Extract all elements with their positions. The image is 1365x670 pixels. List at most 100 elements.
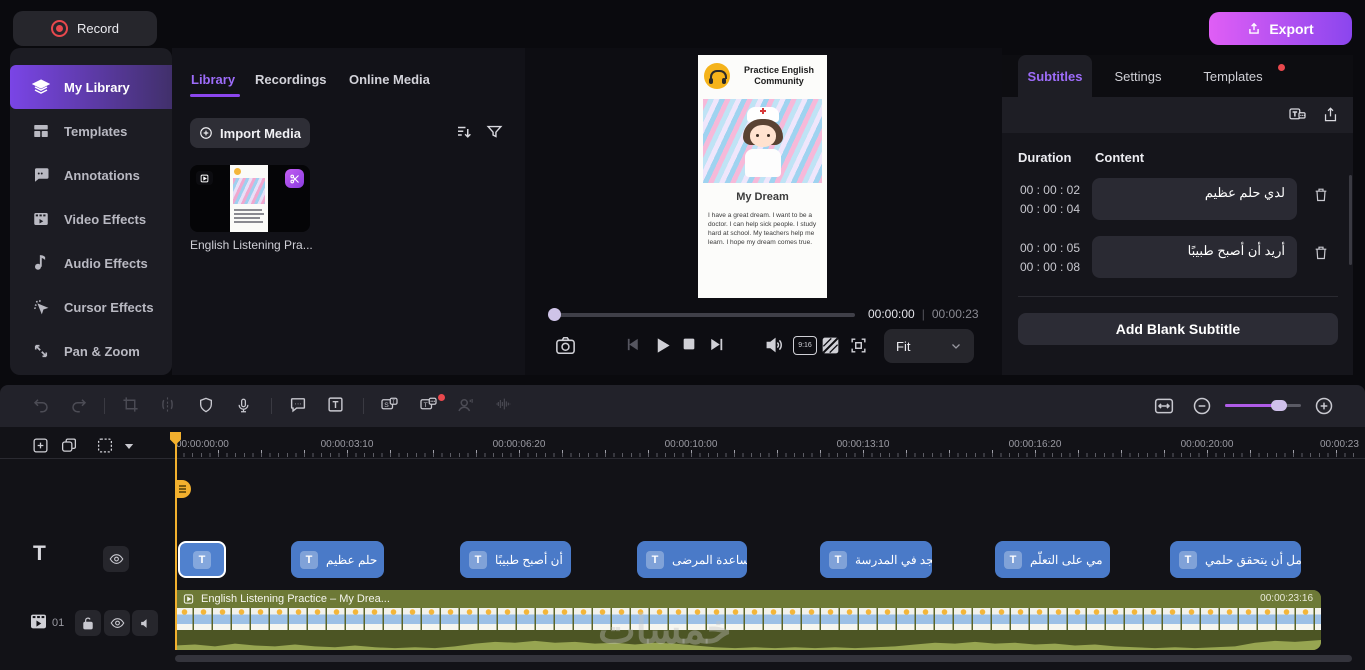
record-button[interactable]: Record bbox=[13, 11, 157, 46]
next-frame-icon[interactable] bbox=[707, 336, 724, 353]
video-type-icon bbox=[196, 171, 213, 185]
sidebar-item-cursor-effects[interactable]: Cursor Effects bbox=[10, 285, 172, 329]
filter-icon[interactable] bbox=[486, 123, 503, 140]
subtitle-content-input[interactable]: أريد أن أصبح طبيبًا bbox=[1092, 236, 1297, 278]
subtitle-end-time: 00 : 00 : 08 bbox=[1018, 258, 1080, 277]
timeline-subtitle-clip[interactable]: T ساعدة المرضى bbox=[637, 541, 747, 578]
timeline-tracks-area: 00:00:00:00 00:00:03:10 00:00:06:20 00:0… bbox=[0, 427, 1365, 670]
fullscreen-icon[interactable] bbox=[849, 336, 868, 355]
subtitle-start-time: 00 : 00 : 05 bbox=[1018, 239, 1080, 258]
stop-icon[interactable] bbox=[681, 336, 697, 352]
text-track-visibility-button[interactable] bbox=[103, 546, 129, 572]
text-track-icon: T bbox=[33, 542, 46, 566]
tab-online-media[interactable]: Online Media bbox=[349, 72, 430, 87]
subtitle-clip-icon: T bbox=[193, 551, 211, 569]
play-icon[interactable] bbox=[653, 336, 672, 355]
shield-icon[interactable] bbox=[198, 396, 214, 414]
tab-recordings[interactable]: Recordings bbox=[255, 72, 327, 87]
playhead-grip[interactable] bbox=[176, 480, 191, 498]
ruler-label: 00:00:23 bbox=[1320, 439, 1359, 450]
video-effects-icon bbox=[32, 210, 50, 228]
text-to-speech-notification-dot bbox=[438, 394, 445, 401]
tab-library[interactable]: Library bbox=[191, 72, 235, 87]
zoom-slider-thumb[interactable] bbox=[1271, 400, 1287, 411]
add-track-icon[interactable] bbox=[32, 437, 49, 454]
toolbar-separator bbox=[363, 398, 364, 414]
subtitle-clip-text: ساعدة المرضى bbox=[672, 553, 747, 567]
zoom-in-icon[interactable] bbox=[1314, 396, 1334, 416]
zoom-out-icon[interactable] bbox=[1192, 396, 1212, 416]
microphone-icon[interactable] bbox=[236, 396, 251, 415]
add-blank-subtitle-button[interactable]: Add Blank Subtitle bbox=[1018, 313, 1338, 345]
sidebar-item-annotations[interactable]: Annotations bbox=[10, 153, 172, 197]
sort-icon[interactable] bbox=[455, 123, 473, 141]
subtitle-clip-text: مي على التعلّم bbox=[1030, 553, 1103, 567]
playback-progress-thumb[interactable] bbox=[548, 308, 561, 321]
zoom-fit-dropdown[interactable]: Fit bbox=[884, 329, 974, 363]
ruler-minor-ticks[interactable] bbox=[175, 453, 1357, 457]
timecode-display: 00:00:00|00:00:23 bbox=[868, 307, 979, 321]
subtitle-clip-icon: T bbox=[829, 551, 847, 569]
sidebar-item-pan-zoom[interactable]: Pan & Zoom bbox=[10, 329, 172, 373]
timeline-zoom-slider[interactable] bbox=[1225, 404, 1301, 407]
timeline-subtitle-clip[interactable]: T مي على التعلّم bbox=[995, 541, 1110, 578]
current-time: 00:00:00 bbox=[868, 307, 915, 321]
delete-subtitle-icon[interactable] bbox=[1313, 244, 1329, 261]
subtitles-scrollbar[interactable] bbox=[1349, 175, 1352, 265]
select-mode-caret-icon[interactable] bbox=[124, 443, 134, 450]
timeline-video-clip[interactable]: English Listening Practice – My Drea... … bbox=[175, 590, 1321, 650]
pan-zoom-icon bbox=[32, 342, 50, 360]
timeline-subtitle-clip[interactable]: T bbox=[178, 541, 226, 578]
split-icon[interactable] bbox=[158, 396, 177, 413]
media-item-thumbnail[interactable] bbox=[190, 165, 310, 232]
plus-circle-icon bbox=[199, 126, 213, 140]
video-track-icon bbox=[30, 614, 47, 629]
timeline-subtitle-clip[interactable]: T حلم عظيم bbox=[291, 541, 384, 578]
sidebar-item-label: My Library bbox=[64, 80, 130, 95]
tab-settings[interactable]: Settings bbox=[1110, 55, 1166, 97]
playhead-line[interactable] bbox=[175, 432, 177, 650]
subtitle-clip-icon: T bbox=[1004, 551, 1022, 569]
speaker-person-icon[interactable] bbox=[456, 396, 474, 414]
sidebar: My Library Templates Annotations Video E… bbox=[10, 48, 172, 375]
sidebar-item-my-library[interactable]: My Library bbox=[10, 65, 172, 109]
export-icon bbox=[1247, 22, 1261, 36]
tab-templates[interactable]: Templates bbox=[1200, 55, 1266, 97]
import-media-button[interactable]: Import Media bbox=[190, 118, 310, 148]
previous-frame-icon[interactable] bbox=[625, 336, 642, 353]
background-pattern-icon[interactable] bbox=[821, 336, 840, 355]
speech-bubble-icon[interactable] bbox=[289, 396, 307, 413]
video-track-mute-button[interactable] bbox=[132, 610, 158, 636]
select-mode-icon[interactable] bbox=[96, 437, 114, 454]
aspect-ratio-icon[interactable]: 9:16 bbox=[793, 336, 817, 355]
duplicate-icon[interactable] bbox=[60, 437, 78, 454]
playback-progress-bar[interactable] bbox=[552, 313, 855, 317]
subtitle-content-input[interactable]: لدي حلم عظيم bbox=[1092, 178, 1297, 220]
video-track-lock-button[interactable] bbox=[75, 610, 101, 636]
export-subtitles-icon[interactable] bbox=[1322, 106, 1339, 124]
tab-subtitles[interactable]: Subtitles bbox=[1018, 55, 1092, 97]
undo-icon[interactable] bbox=[32, 396, 50, 414]
timeline-subtitle-clip[interactable]: T بجد في المدرسة bbox=[820, 541, 932, 578]
snapshot-camera-icon[interactable] bbox=[555, 336, 576, 355]
timeline-subtitle-clip[interactable]: T مل أن يتحقق حلمي bbox=[1170, 541, 1301, 578]
redo-icon[interactable] bbox=[70, 396, 88, 414]
video-preview-frame[interactable]: Practice English Community My Dream I ha… bbox=[698, 55, 827, 298]
volume-icon[interactable] bbox=[764, 335, 784, 355]
eye-icon bbox=[109, 553, 124, 565]
fit-timeline-icon[interactable] bbox=[1153, 396, 1175, 416]
video-track-visibility-button[interactable] bbox=[104, 610, 130, 636]
sidebar-item-audio-effects[interactable]: Audio Effects bbox=[10, 241, 172, 285]
timeline-horizontal-scrollbar[interactable] bbox=[175, 655, 1352, 662]
speech-to-text-icon[interactable]: ST bbox=[380, 396, 399, 414]
sidebar-item-video-effects[interactable]: Video Effects bbox=[10, 197, 172, 241]
crop-icon[interactable] bbox=[122, 396, 139, 413]
translate-subtitle-icon[interactable] bbox=[1288, 106, 1307, 124]
text-icon[interactable] bbox=[327, 396, 344, 413]
denoise-waveform-icon[interactable] bbox=[493, 396, 513, 412]
sidebar-item-templates[interactable]: Templates bbox=[10, 109, 172, 153]
delete-subtitle-icon[interactable] bbox=[1313, 186, 1329, 203]
export-button[interactable]: Export bbox=[1209, 12, 1352, 45]
text-to-speech-icon[interactable]: T bbox=[419, 396, 438, 414]
timeline-subtitle-clip[interactable]: T أن أصبح طبيبًا bbox=[460, 541, 571, 578]
